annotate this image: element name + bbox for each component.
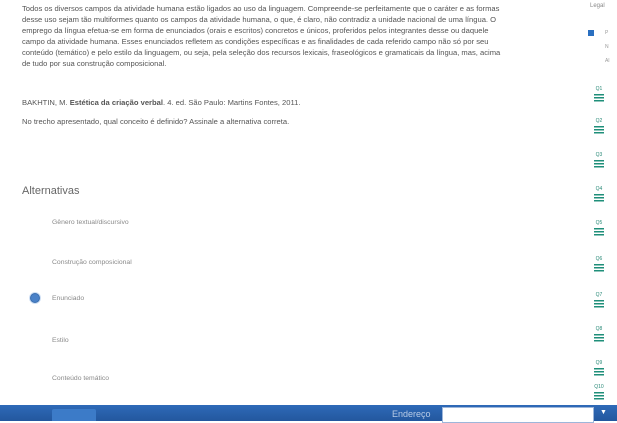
sidebar-item-q2[interactable]: Q2 [587, 118, 611, 138]
passage-line: emprego da língua efetua-se em forma de … [22, 25, 489, 35]
sidebar-item-q10[interactable]: Q10 [587, 384, 611, 404]
list-icon [594, 94, 604, 102]
passage-line: desse uso sejam tão multiformes quanto o… [22, 14, 497, 24]
question-number: Q4 [595, 186, 603, 192]
option-label: Estilo [52, 336, 69, 344]
question-number: Q6 [595, 256, 603, 262]
address-label: Endereço [392, 409, 431, 419]
option-genero-textual[interactable]: Gênero textual/discursivo [30, 215, 330, 229]
passage-line: campo da atividade humana. Esses enuncia… [22, 36, 489, 46]
passage-line: conteúdo (temático) e pelo estilo da lin… [22, 47, 501, 57]
sidebar-flag-text: N [605, 44, 609, 50]
option-label: Construção composicional [52, 258, 132, 266]
radio-button[interactable] [30, 335, 40, 345]
passage-text: Todos os diversos campos da atividade hu… [22, 4, 570, 69]
option-label: Gênero textual/discursivo [52, 218, 129, 226]
passage-line: Todos os diversos campos da atividade hu… [22, 4, 500, 13]
question-number: Q9 [595, 360, 603, 366]
radio-button-selected[interactable] [30, 293, 40, 303]
list-icon [594, 368, 604, 376]
chevron-down-icon[interactable]: ▼ [600, 409, 607, 416]
sidebar-item-q3[interactable]: Q3 [587, 152, 611, 172]
toolbar-tab[interactable] [52, 409, 96, 421]
option-construcao-composicional[interactable]: Construção composicional [30, 255, 330, 269]
alternatives-title: Alternativas [22, 185, 80, 197]
sidebar-item-q8[interactable]: Q8 [587, 326, 611, 346]
question-number: Q2 [595, 118, 603, 124]
citation-title: Estética da criação verbal [69, 98, 163, 107]
option-estilo[interactable]: Estilo [30, 333, 330, 347]
citation-author: BAKHTIN, M. [22, 98, 70, 107]
question-number: Q10 [594, 384, 604, 390]
sidebar-item-q1[interactable]: Q1 [587, 86, 611, 106]
list-icon [594, 264, 604, 272]
question-navigator: Legal P N Al Q1 Q2 Q3 Q4 Q5 Q6 Q7 Q8 Q9 … [583, 0, 617, 405]
list-icon [594, 194, 604, 202]
flag-icon [588, 30, 594, 36]
list-icon [594, 160, 604, 168]
radio-button[interactable] [30, 373, 40, 383]
list-icon [594, 334, 604, 342]
question-text: No trecho apresentado, qual conceito é d… [22, 117, 290, 126]
question-panel: Todos os diversos campos da atividade hu… [0, 0, 578, 405]
passage-line: de tudo por sua construção composicional… [22, 58, 167, 68]
question-number: Q7 [595, 292, 603, 298]
radio-button[interactable] [30, 257, 40, 267]
list-icon [594, 392, 604, 400]
citation-edition: . 4. ed. São Paulo: Martins Fontes, 2011… [162, 98, 301, 107]
sidebar-item-q4[interactable]: Q4 [587, 186, 611, 206]
list-icon [594, 126, 604, 134]
option-label: Enunciado [52, 294, 85, 302]
question-number: Q8 [595, 326, 603, 332]
option-conteudo-tematico[interactable]: Conteúdo temático [30, 371, 330, 385]
bottom-toolbar: Endereço ▼ [0, 405, 617, 423]
citation: BAKHTIN, M. Estética da criação verbal. … [22, 98, 300, 107]
radio-button[interactable] [30, 217, 40, 227]
sidebar-item-q9[interactable]: Q9 [587, 360, 611, 380]
sidebar-extra-text: Al [605, 58, 610, 64]
option-enunciado[interactable]: Enunciado [30, 291, 330, 305]
list-icon [594, 228, 604, 236]
option-label: Conteúdo temático [52, 374, 110, 382]
sidebar-extra-text: P [605, 30, 609, 36]
question-number: Q3 [595, 152, 603, 158]
sidebar-item-q6[interactable]: Q6 [587, 256, 611, 276]
question-number: Q5 [595, 220, 603, 226]
list-icon [594, 300, 604, 308]
sidebar-item-q7[interactable]: Q7 [587, 292, 611, 312]
sidebar-header: Legal [590, 3, 605, 9]
sidebar-item-q5[interactable]: Q5 [587, 220, 611, 240]
question-number: Q1 [595, 86, 603, 92]
